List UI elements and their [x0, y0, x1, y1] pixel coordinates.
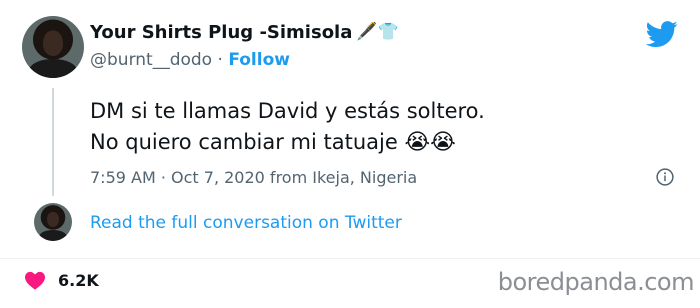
- heart-icon: [25, 271, 45, 290]
- author-handle[interactable]: @burnt__dodo: [90, 50, 212, 70]
- reply-avatar[interactable]: [34, 203, 72, 241]
- read-conversation-link[interactable]: Read the full conversation on Twitter: [90, 213, 402, 233]
- author-name-row[interactable]: Your Shirts Plug -Simisola 🖋️👕: [90, 22, 399, 43]
- author-display-name[interactable]: Your Shirts Plug -Simisola: [90, 22, 352, 43]
- crying-face-emojis: 😭😭: [404, 130, 456, 155]
- boredpanda-watermark: boredpanda.com: [497, 268, 695, 296]
- likes-count: 6.2K: [58, 270, 99, 290]
- tweet-timestamp[interactable]: 7:59 AM · Oct 7, 2020 from Ikeja, Nigeri…: [90, 168, 417, 187]
- tweet-card: Your Shirts Plug -Simisola 🖋️👕 @burnt__d…: [0, 0, 700, 308]
- like-button[interactable]: 6.2K: [24, 270, 99, 290]
- tweet-text: DM si te llamas David y estás soltero. N…: [90, 96, 485, 158]
- twitter-bird-icon[interactable]: [644, 18, 680, 50]
- tweet-text-line-1: DM si te llamas David y estás soltero.: [90, 99, 485, 123]
- author-handle-row: @burnt__dodo · Follow: [90, 50, 290, 70]
- author-avatar[interactable]: [22, 16, 84, 78]
- divider: [0, 258, 700, 259]
- thread-line: [52, 88, 54, 196]
- follow-button[interactable]: Follow: [228, 50, 290, 70]
- handle-separator: ·: [217, 50, 223, 70]
- info-icon[interactable]: [656, 168, 674, 186]
- tweet-text-line-2: No quiero cambiar mi tatuaje: [90, 130, 398, 154]
- pen-and-shirt-emoji: 🖋️👕: [356, 22, 399, 42]
